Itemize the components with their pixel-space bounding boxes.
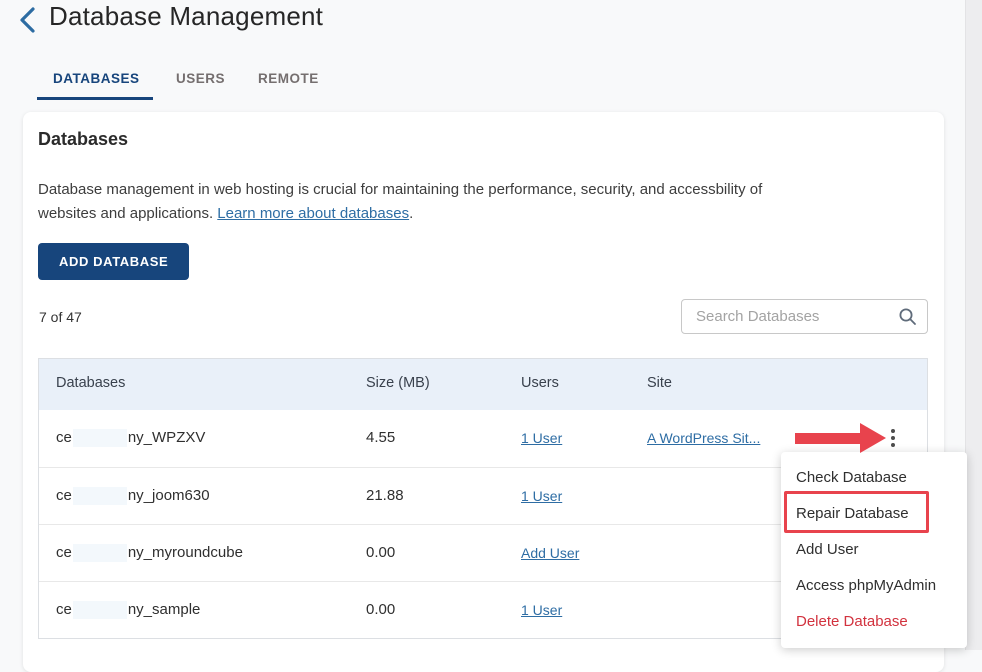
active-tab-underline [37,97,153,100]
header-site: Site [647,375,672,391]
table-header-row: Databases Size (MB) Users Site [39,359,927,410]
database-size: 0.00 [366,601,395,618]
database-name: ceny_myroundcube [56,544,243,562]
row-count: 7 of 47 [39,309,82,325]
description-period: . [409,205,413,222]
users-link[interactable]: 1 User [521,430,562,446]
redaction-box [73,544,127,562]
site-link[interactable]: A WordPress Sit... [647,430,760,446]
redaction-box [73,601,127,619]
menu-item-check-database[interactable]: Check Database [781,460,967,496]
redaction-box [73,429,127,447]
users-link[interactable]: 1 User [521,488,562,504]
tab-databases[interactable]: DATABASES [53,71,140,86]
chevron-left-icon [18,7,38,33]
scrollbar-track[interactable] [965,0,982,650]
learn-more-link[interactable]: Learn more about databases [217,205,409,222]
header-users: Users [521,375,559,391]
search-input[interactable] [681,299,928,334]
card-description: Database management in web hosting is cr… [38,178,783,226]
add-database-button[interactable]: ADD DATABASE [38,243,189,280]
context-menu: Check Database Repair Database Add User … [781,452,967,648]
header-databases: Databases [56,375,125,391]
card-heading: Databases [38,129,128,150]
menu-item-delete-database[interactable]: Delete Database [781,604,967,640]
search-icon[interactable] [898,307,917,331]
database-name: ceny_sample [56,601,200,619]
database-size: 21.88 [366,487,404,504]
menu-item-access-phpmyadmin[interactable]: Access phpMyAdmin [781,568,967,604]
header-size: Size (MB) [366,375,430,391]
tab-remote[interactable]: REMOTE [258,71,319,86]
database-name: ceny_WPZXV [56,429,205,447]
back-button[interactable] [18,7,40,33]
redaction-box [73,487,127,505]
database-name: ceny_joom630 [56,487,210,505]
search-box [681,299,928,334]
add-user-link[interactable]: Add User [521,545,579,561]
menu-item-repair-database[interactable]: Repair Database [781,496,967,532]
users-link[interactable]: 1 User [521,602,562,618]
page-title: Database Management [49,1,323,32]
database-size: 0.00 [366,544,395,561]
database-size: 4.55 [366,429,395,446]
tab-users[interactable]: USERS [176,71,225,86]
menu-item-add-user[interactable]: Add User [781,532,967,568]
